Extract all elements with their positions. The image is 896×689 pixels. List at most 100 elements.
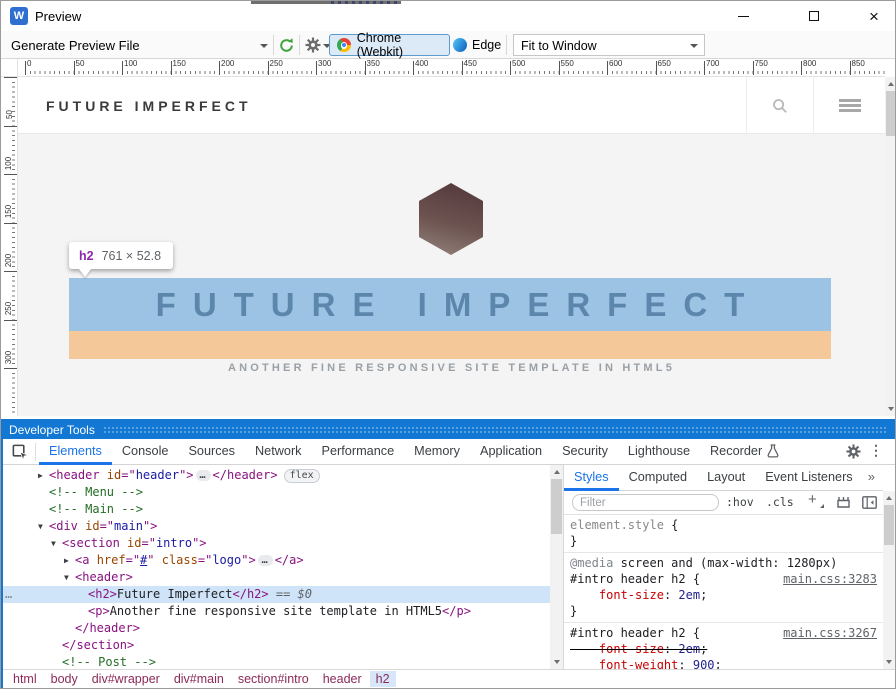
site-header: FUTURE IMPERFECT <box>18 77 885 134</box>
source-link[interactable]: main.css:3283 <box>783 571 877 587</box>
scroll-up-icon[interactable] <box>554 470 560 474</box>
tab-recorder[interactable]: Recorder <box>700 439 789 465</box>
overflow-tabs-icon[interactable]: » <box>868 469 875 484</box>
brush-icon[interactable] <box>836 496 851 509</box>
style-line[interactable]: font-weight: 900; <box>564 657 883 669</box>
tree-row[interactable]: <!-- Main --> <box>3 501 550 518</box>
maximize-icon <box>809 11 819 21</box>
style-line[interactable]: } <box>564 533 883 549</box>
site-search-button[interactable] <box>746 77 813 134</box>
chevron-down-icon[interactable] <box>260 44 268 48</box>
tree-collapse-icon[interactable]: ▼ <box>38 518 43 535</box>
new-style-rule-button[interactable]: + <box>808 491 817 508</box>
refresh-icon[interactable] <box>278 37 295 54</box>
preview-scrollbar[interactable] <box>885 77 896 416</box>
kebab-menu-icon[interactable]: ⋮ <box>869 442 883 459</box>
ruler-label: 0 <box>27 59 31 68</box>
tree-row[interactable]: ▶<a href="#" class="logo">…</a> <box>3 552 550 569</box>
tree-row[interactable]: ▼<header> <box>3 569 550 586</box>
tab-performance[interactable]: Performance <box>312 439 405 465</box>
scroll-down-icon[interactable] <box>888 407 894 411</box>
tree-collapse-icon[interactable]: ▼ <box>64 569 69 586</box>
tab-sources[interactable]: Sources <box>178 439 245 465</box>
style-line[interactable]: font-size: 2em; <box>564 587 883 603</box>
pseudo-state-toggle[interactable]: :hov <box>726 495 754 509</box>
tree-scrollbar[interactable] <box>550 465 563 669</box>
scroll-down-icon[interactable] <box>554 660 560 664</box>
close-button[interactable]: × <box>851 1 896 31</box>
generate-preview-dropdown[interactable]: Generate Preview File <box>11 38 140 53</box>
tab-console[interactable]: Console <box>112 439 179 465</box>
maximize-button[interactable] <box>791 1 837 31</box>
tree-row[interactable]: <!-- Menu --> <box>3 484 550 501</box>
site-menu-button[interactable] <box>813 77 885 134</box>
crumb-header[interactable]: header <box>317 671 368 687</box>
crumb-html[interactable]: html <box>7 671 43 687</box>
style-line[interactable]: #intro header h2 {main.css:3267 <box>564 625 883 641</box>
site-logo-hexagon[interactable] <box>419 183 483 255</box>
tab-security[interactable]: Security <box>552 439 618 465</box>
styles-scrollbar[interactable] <box>883 491 895 669</box>
tree-expand-icon[interactable]: ▶ <box>64 552 69 569</box>
scroll-up-icon[interactable] <box>886 496 892 500</box>
tab-memory[interactable]: Memory <box>404 439 470 465</box>
style-line[interactable]: @media screen and (max-width: 1280px) <box>564 555 883 571</box>
styles-filter-input[interactable] <box>572 494 719 511</box>
source-link[interactable]: main.css:3267 <box>783 625 877 641</box>
scroll-down-icon[interactable] <box>886 660 892 664</box>
minimize-button[interactable] <box>720 1 766 31</box>
expand-children-icon[interactable]: … <box>196 470 211 481</box>
tab-elements[interactable]: Elements <box>39 439 112 465</box>
gear-icon[interactable] <box>305 37 321 53</box>
scroll-thumb[interactable] <box>551 479 562 534</box>
inspect-highlight-margin <box>69 331 831 359</box>
tree-expand-icon[interactable]: ▶ <box>38 467 43 484</box>
crumb-body[interactable]: body <box>45 671 84 687</box>
tree-row[interactable]: …<h2>Future Imperfect</h2> == $0 <box>3 586 550 603</box>
flex-badge[interactable]: flex <box>284 469 320 483</box>
scroll-thumb[interactable] <box>886 91 896 136</box>
tab-network[interactable]: Network <box>245 439 312 465</box>
devtools-settings-icon[interactable] <box>846 444 861 459</box>
inspect-icon[interactable] <box>12 444 29 461</box>
ruler-label: 500 <box>512 59 525 68</box>
devtools-titlebar[interactable]: Developer Tools <box>3 421 895 439</box>
style-line[interactable]: } <box>564 603 883 619</box>
ruler-tick <box>704 61 705 75</box>
styles-tab-styles[interactable]: Styles <box>564 465 619 491</box>
tree-row[interactable]: </section> <box>3 637 550 654</box>
chevron-down-icon <box>690 44 698 48</box>
crumb-h2[interactable]: h2 <box>370 671 396 687</box>
tree-row[interactable]: ▼<section id="intro"> <box>3 535 550 552</box>
styles-tab-event-listeners[interactable]: Event Listeners <box>755 465 862 491</box>
style-line[interactable]: #intro header h2 {main.css:3283 <box>564 571 883 587</box>
crumb-div-wrapper[interactable]: div#wrapper <box>86 671 166 687</box>
expand-children-icon[interactable]: … <box>258 555 273 566</box>
chrome-webkit-button[interactable]: Chrome (Webkit) <box>329 34 450 56</box>
tree-row[interactable]: ▶<header id="header">…</header>flex <box>3 467 550 484</box>
zoom-mode-dropdown[interactable]: Fit to Window <box>513 34 705 56</box>
sidebar-toggle-icon[interactable] <box>862 496 877 509</box>
tab-lighthouse[interactable]: Lighthouse <box>618 439 700 465</box>
tree-row[interactable]: <p>Another fine responsive site template… <box>3 603 550 620</box>
style-line[interactable]: element.style { <box>564 517 883 533</box>
styles-tab-layout[interactable]: Layout <box>697 465 755 491</box>
tree-collapse-icon[interactable]: ▼ <box>51 535 56 552</box>
scroll-up-icon[interactable] <box>888 82 894 86</box>
tree-row[interactable]: ▼<div id="main"> <box>3 518 550 535</box>
crumb-section-intro[interactable]: section#intro <box>232 671 315 687</box>
style-line[interactable]: font-size: 2em; <box>564 641 883 657</box>
ruler-label: 350 <box>367 59 380 68</box>
styles-tab-computed[interactable]: Computed <box>619 465 698 491</box>
tab-application[interactable]: Application <box>470 439 552 465</box>
class-toggle[interactable]: .cls <box>766 495 794 509</box>
row-menu-dots-icon[interactable]: … <box>5 586 11 603</box>
tree-row[interactable]: </header> <box>3 620 550 637</box>
ruler-tick <box>4 77 17 78</box>
edge-button[interactable]: Edge <box>453 34 509 56</box>
scroll-thumb[interactable] <box>884 505 894 545</box>
ruler-tick <box>656 61 657 75</box>
crumb-div-main[interactable]: div#main <box>168 671 230 687</box>
ruler-tick <box>4 368 17 369</box>
tree-row[interactable]: <!-- Post --> <box>3 654 550 669</box>
